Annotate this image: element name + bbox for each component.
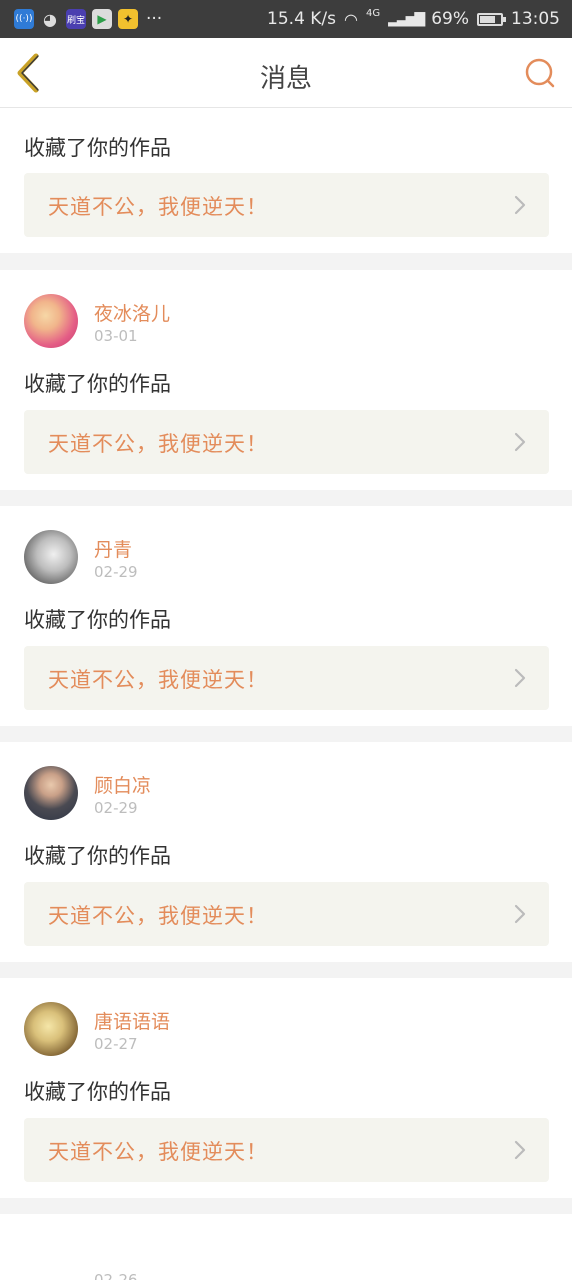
avatar[interactable] [24,766,78,820]
message-date: 02-29 [94,799,138,817]
wifi-icon: ◠ [344,9,358,29]
clock: 13:05 [511,9,560,29]
chevron-right-icon [514,1140,526,1160]
status-bar: ((·)) ◕ 刷宝 ▶ ✦ ··· 15.4 K/s ◠ 4G ▂▃▅▇ 69… [0,0,572,38]
chevron-right-icon [514,904,526,924]
work-link[interactable]: 天道不公，我便逆天！ [24,410,549,474]
user-name[interactable]: 顾白凉 [94,771,151,798]
network-type: 4G [366,7,381,19]
game-app-icon: ✦ [118,9,138,29]
message-list: 收藏了你的作品 天道不公，我便逆天！ 夜冰洛儿 03-01 收藏了你的作品 天道… [0,108,572,1280]
battery-level-fill [480,15,496,23]
chevron-right-icon [514,668,526,688]
avatar[interactable] [24,294,78,348]
work-title: 天道不公，我便逆天！ [48,1140,268,1164]
work-link[interactable]: 天道不公，我便逆天！ [24,646,549,710]
work-title: 天道不公，我便逆天！ [48,668,268,692]
search-button[interactable] [520,54,560,94]
more-notifications: ··· [146,9,163,29]
message-card[interactable]: 夜冰洛儿 03-01 收藏了你的作品 天道不公，我便逆天！ [0,270,572,490]
work-link[interactable]: 天道不公，我便逆天！ [24,1118,549,1182]
message-card[interactable]: 02-26 [0,1214,572,1280]
user-name[interactable]: 唐语语语 [94,1007,170,1034]
user-name[interactable]: 丹青 [94,535,132,562]
message-date: 02-29 [94,563,138,581]
status-right: 15.4 K/s ◠ 4G ▂▃▅▇ 69% 13:05 [267,7,560,30]
message-date: 02-27 [94,1035,138,1053]
chevron-right-icon [514,432,526,452]
work-title: 天道不公，我便逆天！ [48,432,268,456]
message-card[interactable]: 唐语语语 02-27 收藏了你的作品 天道不公，我便逆天！ [0,978,572,1198]
message-action: 收藏了你的作品 [24,844,171,868]
work-link[interactable]: 天道不公，我便逆天！ [24,882,549,946]
wechat-icon: ◕ [43,9,57,29]
work-link[interactable]: 天道不公，我便逆天！ [24,173,549,237]
chevron-right-icon [514,195,526,215]
search-icon [525,58,555,88]
broadcast-app-icon: ((·)) [14,9,34,29]
message-action: 收藏了你的作品 [24,136,171,160]
notification-icons: ((·)) ◕ 刷宝 ▶ ✦ ··· [14,9,162,29]
message-card[interactable]: 收藏了你的作品 天道不公，我便逆天！ [0,108,572,253]
page-title: 消息 [259,64,312,94]
battery-icon [477,12,506,26]
work-title: 天道不公，我便逆天！ [48,195,268,219]
battery-percent: 69% [431,9,469,29]
play-app-icon: ▶ [92,9,112,29]
message-date: 02-26 [94,1271,138,1280]
network-speed: 15.4 K/s [267,9,337,29]
message-card[interactable]: 顾白凉 02-29 收藏了你的作品 天道不公，我便逆天！ [0,742,572,962]
work-title: 天道不公，我便逆天！ [48,904,268,928]
avatar[interactable] [24,530,78,584]
user-name[interactable]: 夜冰洛儿 [94,299,170,326]
avatar[interactable] [24,1002,78,1056]
navigation-bar: 消息 [0,38,572,108]
message-action: 收藏了你的作品 [24,1080,171,1104]
message-action: 收藏了你的作品 [24,372,171,396]
message-date: 03-01 [94,327,138,345]
message-card[interactable]: 丹青 02-29 收藏了你的作品 天道不公，我便逆天！ [0,506,572,726]
signal-icon: ▂▃▅▇ [388,11,425,27]
shuabao-app-icon: 刷宝 [66,9,86,29]
message-action: 收藏了你的作品 [24,608,171,632]
